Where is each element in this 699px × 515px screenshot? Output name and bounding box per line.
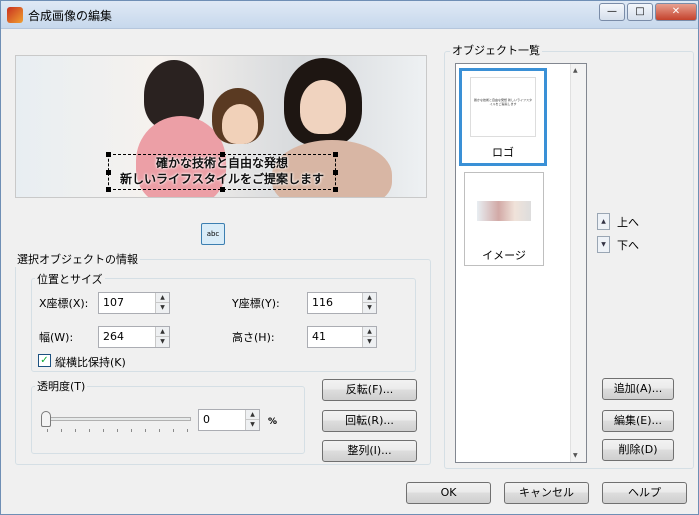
width-up-arrow-icon[interactable]: ▲ (156, 327, 169, 337)
height-spinner: ▲ ▼ (362, 327, 376, 347)
transparency-down-arrow-icon[interactable]: ▼ (246, 420, 259, 430)
object-list-group-title: オブジェクト一覧 (450, 42, 542, 58)
text-object-selection[interactable]: 確かな技術と自由な発想 新しいライフスタイルをご提案します (106, 152, 338, 192)
scroll-down-arrow-icon[interactable]: ▼ (573, 452, 578, 459)
x-down-arrow-icon[interactable]: ▼ (156, 303, 169, 313)
composite-image-edit-dialog: 合成画像の編集 — □ ✕ 確かな技術と自由な発想 新しいライフスタイルをご提案… (0, 0, 699, 515)
cancel-button[interactable]: キャンセル (504, 482, 589, 504)
y-coordinate-input[interactable]: 116 ▲ ▼ (307, 292, 377, 314)
image-thumbnail-picture (477, 201, 531, 221)
image-thumbnail (473, 183, 535, 235)
y-up-arrow-icon[interactable]: ▲ (363, 293, 376, 303)
transparency-slider-thumb[interactable] (41, 411, 51, 427)
slider-tick (131, 429, 132, 432)
height-input[interactable]: 41 ▲ ▼ (307, 326, 377, 348)
resize-handle-n[interactable] (220, 152, 225, 157)
move-up-label: 上へ (617, 216, 639, 229)
width-value: 264 (103, 330, 124, 343)
caption-line-2: 新しいライフスタイルをご提案します (119, 172, 324, 186)
x-coordinate-label: X座標(X): (39, 297, 89, 310)
y-coordinate-value: 116 (312, 296, 333, 309)
slider-tick (159, 429, 160, 432)
object-list-item-image[interactable]: イメージ (464, 172, 544, 266)
slider-tick (47, 429, 48, 432)
x-up-arrow-icon[interactable]: ▲ (156, 293, 169, 303)
minimize-button[interactable]: — (599, 3, 625, 21)
height-label: 高さ(H): (232, 331, 275, 344)
scroll-up-arrow-icon[interactable]: ▲ (573, 67, 578, 74)
width-input[interactable]: 264 ▲ ▼ (98, 326, 170, 348)
transparency-up-arrow-icon[interactable]: ▲ (246, 410, 259, 420)
height-up-arrow-icon[interactable]: ▲ (363, 327, 376, 337)
add-object-button[interactable]: 追加(A)... (602, 378, 674, 400)
width-spinner: ▲ ▼ (155, 327, 169, 347)
rotate-button[interactable]: 回転(R)... (322, 410, 417, 432)
logo-thumbnail-text: 確かな技術と自由な発想 新しいライフスタイルをご提案します (474, 98, 532, 106)
keep-aspect-ratio-checkbox[interactable]: ✓ (38, 354, 51, 367)
composite-preview[interactable]: 確かな技術と自由な発想 新しいライフスタイルをご提案します (15, 55, 427, 198)
logo-thumbnail: 確かな技術と自由な発想 新しいライフスタイルをご提案します (470, 77, 536, 137)
maximize-button[interactable]: □ (627, 3, 653, 21)
height-down-arrow-icon[interactable]: ▼ (363, 337, 376, 347)
resize-handle-e[interactable] (333, 170, 338, 175)
width-label: 幅(W): (39, 331, 74, 344)
person-woman2-face (300, 80, 346, 134)
flip-button[interactable]: 反転(F)... (322, 379, 417, 401)
object-label-image: イメージ (482, 249, 526, 262)
title-bar: 合成画像の編集 — □ ✕ (1, 1, 698, 29)
selected-object-group-title: 選択オブジェクトの情報 (15, 251, 140, 267)
slider-tick (187, 429, 188, 432)
transparency-group-title: 透明度(T) (35, 378, 88, 394)
slider-tick (145, 429, 146, 432)
delete-object-button[interactable]: 削除(D) (602, 439, 674, 461)
percent-unit-label: % (268, 417, 278, 427)
slider-tick (75, 429, 76, 432)
resize-handle-w[interactable] (106, 170, 111, 175)
help-button[interactable]: ヘルプ (602, 482, 687, 504)
object-list[interactable]: 確かな技術と自由な発想 新しいライフスタイルをご提案します ロゴ イメージ ▲ … (455, 63, 587, 463)
y-coordinate-spinner: ▲ ▼ (362, 293, 376, 313)
resize-handle-s[interactable] (220, 187, 225, 192)
resize-handle-ne[interactable] (333, 152, 338, 157)
transparency-slider-track[interactable] (47, 417, 191, 421)
app-icon (7, 7, 23, 23)
transparency-input[interactable]: 0 ▲ ▼ (198, 409, 260, 431)
transparency-spinner: ▲ ▼ (245, 410, 259, 430)
move-down-arrow-icon[interactable]: ▼ (597, 236, 610, 253)
x-coordinate-input[interactable]: 107 ▲ ▼ (98, 292, 170, 314)
position-size-group-title: 位置とサイズ (35, 271, 105, 287)
y-down-arrow-icon[interactable]: ▼ (363, 303, 376, 313)
ok-button[interactable]: OK (406, 482, 491, 504)
window-title: 合成画像の編集 (28, 9, 113, 23)
align-button[interactable]: 整列(I)... (322, 440, 417, 462)
slider-tick (61, 429, 62, 432)
keep-aspect-ratio-label[interactable]: 縦横比保持(K) (55, 354, 126, 370)
slider-tick (103, 429, 104, 432)
slider-tick (117, 429, 118, 432)
move-up-arrow-icon[interactable]: ▲ (597, 213, 610, 230)
text-tool-icon[interactable]: abc (201, 223, 225, 245)
height-value: 41 (312, 330, 326, 343)
slider-tick (89, 429, 90, 432)
slider-tick (173, 429, 174, 432)
resize-handle-nw[interactable] (106, 152, 111, 157)
close-button[interactable]: ✕ (655, 3, 697, 21)
person-woman1-face (222, 104, 258, 144)
caption-line-1: 確かな技術と自由な発想 (155, 156, 288, 170)
resize-handle-se[interactable] (333, 187, 338, 192)
object-list-item-logo[interactable]: 確かな技術と自由な発想 新しいライフスタイルをご提案します ロゴ (459, 68, 547, 166)
transparency-value: 0 (203, 413, 210, 426)
y-coordinate-label: Y座標(Y): (232, 297, 280, 310)
width-down-arrow-icon[interactable]: ▼ (156, 337, 169, 347)
x-coordinate-value: 107 (103, 296, 124, 309)
resize-handle-sw[interactable] (106, 187, 111, 192)
object-label-logo: ロゴ (492, 146, 514, 159)
move-down-label: 下へ (617, 239, 639, 252)
edit-object-button[interactable]: 編集(E)... (602, 410, 674, 432)
x-coordinate-spinner: ▲ ▼ (155, 293, 169, 313)
object-list-scrollbar[interactable]: ▲ ▼ (570, 64, 586, 462)
